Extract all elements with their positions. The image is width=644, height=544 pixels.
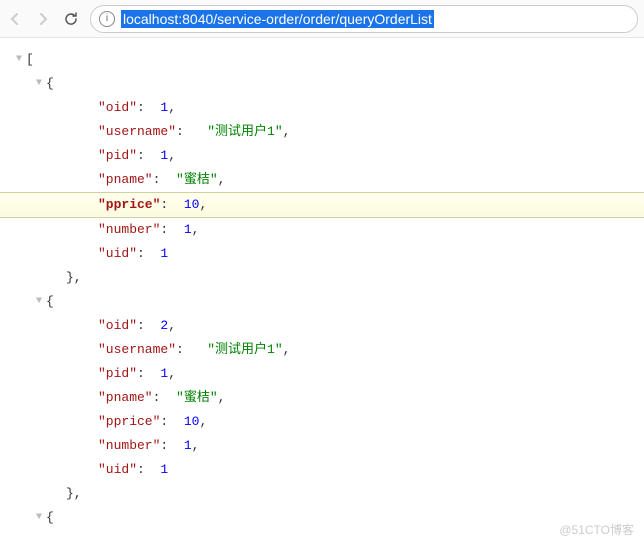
- array-open: [: [26, 48, 34, 72]
- json-property: "number": 1,: [12, 434, 644, 458]
- object-open: {: [46, 72, 54, 96]
- chevron-down-icon[interactable]: ▼: [32, 506, 46, 530]
- json-viewer: ▼ [ ▼ { "oid": 1, "username": "测试用户1", "…: [0, 38, 644, 530]
- forward-icon[interactable]: [34, 10, 52, 28]
- object-close: },: [66, 482, 82, 506]
- chevron-down-icon[interactable]: ▼: [32, 72, 46, 96]
- json-property: "pid": 1,: [12, 144, 644, 168]
- object-close: },: [66, 266, 82, 290]
- json-property: "number": 1,: [12, 218, 644, 242]
- browser-toolbar: i localhost:8040/service-order/order/que…: [0, 0, 644, 38]
- json-property: "uid": 1: [12, 242, 644, 266]
- json-property: "username": "测试用户1",: [12, 338, 644, 362]
- address-bar[interactable]: i localhost:8040/service-order/order/que…: [90, 5, 638, 33]
- back-icon[interactable]: [6, 10, 24, 28]
- reload-icon[interactable]: [62, 10, 80, 28]
- json-property: "pprice": 10,: [12, 410, 644, 434]
- json-property: "pid": 1,: [12, 362, 644, 386]
- json-property: "oid": 1,: [12, 96, 644, 120]
- json-property: "pname": "蜜桔",: [12, 386, 644, 410]
- watermark: @51CTO博客: [559, 521, 634, 538]
- json-property: "username": "测试用户1",: [12, 120, 644, 144]
- chevron-down-icon[interactable]: ▼: [32, 290, 46, 314]
- chevron-down-icon[interactable]: ▼: [12, 48, 26, 72]
- json-property: "oid": 2,: [12, 314, 644, 338]
- object-open: {: [46, 290, 54, 314]
- json-property: "uid": 1: [12, 458, 644, 482]
- json-property: "pname": "蜜桔",: [12, 168, 644, 192]
- object-open: {: [46, 506, 54, 530]
- site-info-icon[interactable]: i: [99, 11, 115, 27]
- url-text: localhost:8040/service-order/order/query…: [121, 10, 434, 28]
- json-property-highlighted: "pprice": 10,: [0, 192, 644, 218]
